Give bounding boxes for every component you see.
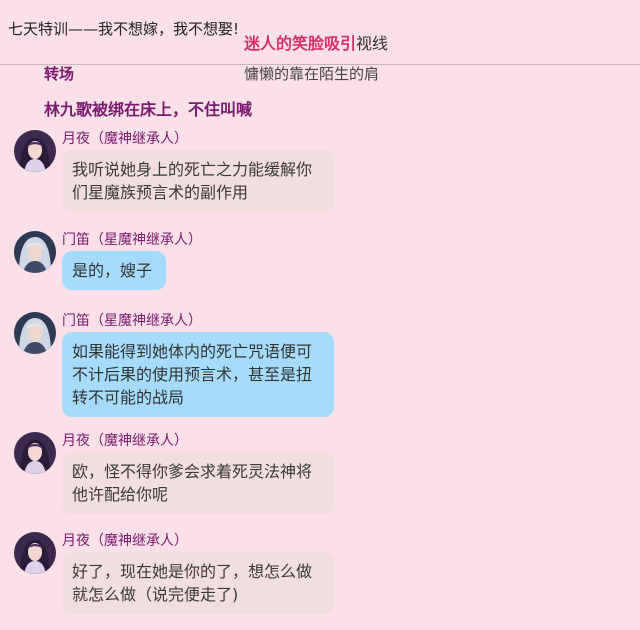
speaker-name: 门笛（星魔神继承人） (62, 232, 202, 248)
speaker-name: 门笛（星魔神继承人） (62, 313, 202, 329)
message-bubble: 是的，嫂子 (62, 251, 166, 290)
speaker-name: 月夜（魔神继承人） (62, 533, 188, 549)
message-bubble: 我听说她身上的死亡之力能缓解你们星魔族预言术的副作用 (62, 150, 334, 212)
message-bubble: 如果能得到她体内的死亡咒语便可不计后果的使用预言术，甚至是扭转不可能的战局 (62, 332, 334, 417)
header-bar: 七天特训——我不想嫁，我不想娶! 迷人的笑脸吸引视线 (0, 0, 640, 65)
female-avatar-icon[interactable] (14, 130, 56, 172)
speaker-name: 月夜（魔神继承人） (62, 131, 188, 147)
message-bubble: 好了，现在她是你的了，想怎么做就怎么做（说完便走了) (62, 552, 334, 614)
overlay-caption-highlight: 迷人的笑脸吸引 (244, 34, 357, 53)
scene-label: 转场 (44, 65, 75, 83)
female-avatar-icon[interactable] (14, 532, 56, 574)
male-avatar-icon[interactable] (14, 231, 56, 273)
overlay-caption: 迷人的笑脸吸引视线 (244, 30, 388, 54)
message-bubble: 欧，怪不得你爹会求着死灵法神将他许配给你呢 (62, 452, 334, 514)
narration-text: 林九歌被绑在床上，不住叫喊 (44, 100, 253, 119)
scene-overlay-caption: 慵懒的靠在陌生的肩 (244, 65, 380, 83)
speaker-name: 月夜（魔神继承人） (62, 433, 188, 449)
page-title: 七天特训——我不想嫁，我不想娶! (8, 20, 240, 38)
male-avatar-icon[interactable] (14, 312, 56, 354)
overlay-caption-rest: 视线 (356, 34, 389, 53)
female-avatar-icon[interactable] (14, 432, 56, 474)
